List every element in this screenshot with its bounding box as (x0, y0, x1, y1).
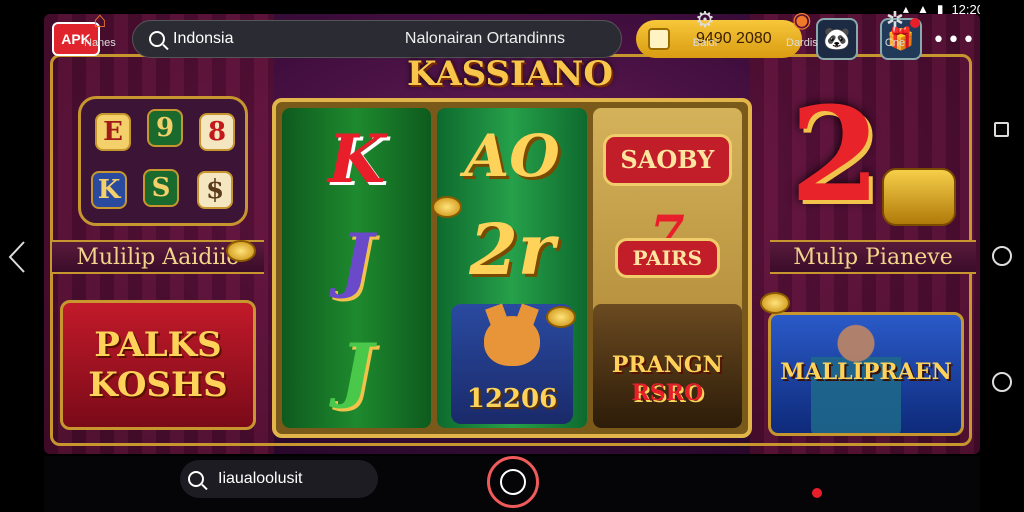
notification-dot (910, 18, 920, 28)
basket-number: 12206 (466, 384, 558, 414)
reel-plaque: SAOBY (602, 134, 732, 186)
gear-icon: ⚙ (695, 7, 715, 32)
reel-2: AO 2r 12206 (437, 108, 587, 428)
search-subtitle: Nalonairan Ortandinns (404, 30, 565, 47)
coin-decoration (546, 306, 576, 328)
assistant-button[interactable] (992, 372, 1012, 392)
nav-more-label: Cne (884, 37, 906, 49)
search-bar[interactable]: Indonsia Nalonairan Ortandinns (132, 20, 622, 58)
coin-icon (648, 28, 670, 50)
home-icon: ⌂ (93, 7, 107, 32)
system-nav-bar (980, 0, 1024, 512)
search-location: Indonsia (173, 30, 234, 47)
letter-tile: 9 (147, 109, 183, 147)
right-promo-card[interactable]: MALLIPRAEN (768, 312, 964, 436)
settings-cog-icon: ✲ (885, 7, 905, 32)
reel-symbol: K (327, 120, 386, 198)
coin-decoration (432, 196, 462, 218)
reel-3: SAOBY 7 PAIRS PRANGN RSRO (592, 108, 742, 428)
reel-symbol: J (340, 328, 374, 411)
reel-text: RSRO (631, 380, 704, 406)
home-system-button[interactable] (992, 246, 1012, 266)
gold-drum-icon (882, 168, 956, 226)
left-promo-card[interactable]: PALKS KOSHS (60, 300, 256, 430)
reel-bottom-panel: PRANGN RSRO (592, 304, 742, 428)
nav-games[interactable]: ◉ Dardis (786, 6, 818, 49)
game-badge-icon: ◉ (792, 7, 812, 32)
search-icon (188, 471, 204, 487)
nav-more[interactable]: ✲ Cne (880, 6, 910, 49)
bottom-search-bar[interactable]: Iiaualoolusit (180, 460, 378, 498)
bottom-search-text: Iiaualoolusit (218, 470, 303, 487)
big-number-two: 2 (790, 78, 881, 231)
panda-avatar-icon[interactable]: 🐼 (816, 18, 858, 60)
notification-dot (812, 488, 822, 498)
nav-home[interactable]: ⌂ Nanes (84, 6, 116, 49)
coin-decoration (226, 240, 256, 262)
letter-tile: E (95, 113, 131, 151)
reel-plaque: PAIRS (614, 238, 720, 278)
slot-machine[interactable]: K J J AO 2r 12206 SAOBY 7 PAIRS PRANGN R… (272, 98, 752, 438)
reel-symbol: J (340, 218, 374, 301)
left-promo-line1: PALKS (94, 325, 222, 365)
nav-home-label: Nanes (84, 37, 116, 49)
letter-tile: 8 (199, 113, 235, 151)
recent-apps-button[interactable] (994, 122, 1009, 137)
search-icon (149, 31, 165, 47)
more-menu-icon[interactable]: ••• (932, 28, 977, 53)
nav-games-label: Dardis (786, 37, 818, 49)
letter-tile: $ (197, 171, 233, 209)
left-promo-line2: KOSHS (88, 365, 228, 405)
dog-icon (483, 316, 540, 366)
reel-symbol: 2r (469, 208, 555, 291)
letter-tile: S (143, 169, 179, 207)
reel-1: K J J (282, 108, 432, 428)
letter-tile: K (91, 171, 127, 209)
coin-decoration (760, 292, 790, 314)
nav-settings[interactable]: ⚙ Balol (690, 6, 720, 49)
circle-icon (500, 469, 526, 495)
reel-text: PRANGN (611, 352, 723, 378)
right-promo-text: MALLIPRAEN (780, 359, 952, 385)
back-chevron-icon[interactable] (6, 240, 28, 274)
letter-tiles-panel[interactable]: E 9 8 K S $ (78, 96, 248, 226)
reel-symbol: AO (464, 122, 560, 190)
nav-settings-label: Balol (692, 37, 718, 49)
center-action-button[interactable] (487, 456, 539, 508)
right-banner: Mulip Pianeve (770, 240, 976, 274)
game-title: KASSIANO (407, 54, 613, 94)
